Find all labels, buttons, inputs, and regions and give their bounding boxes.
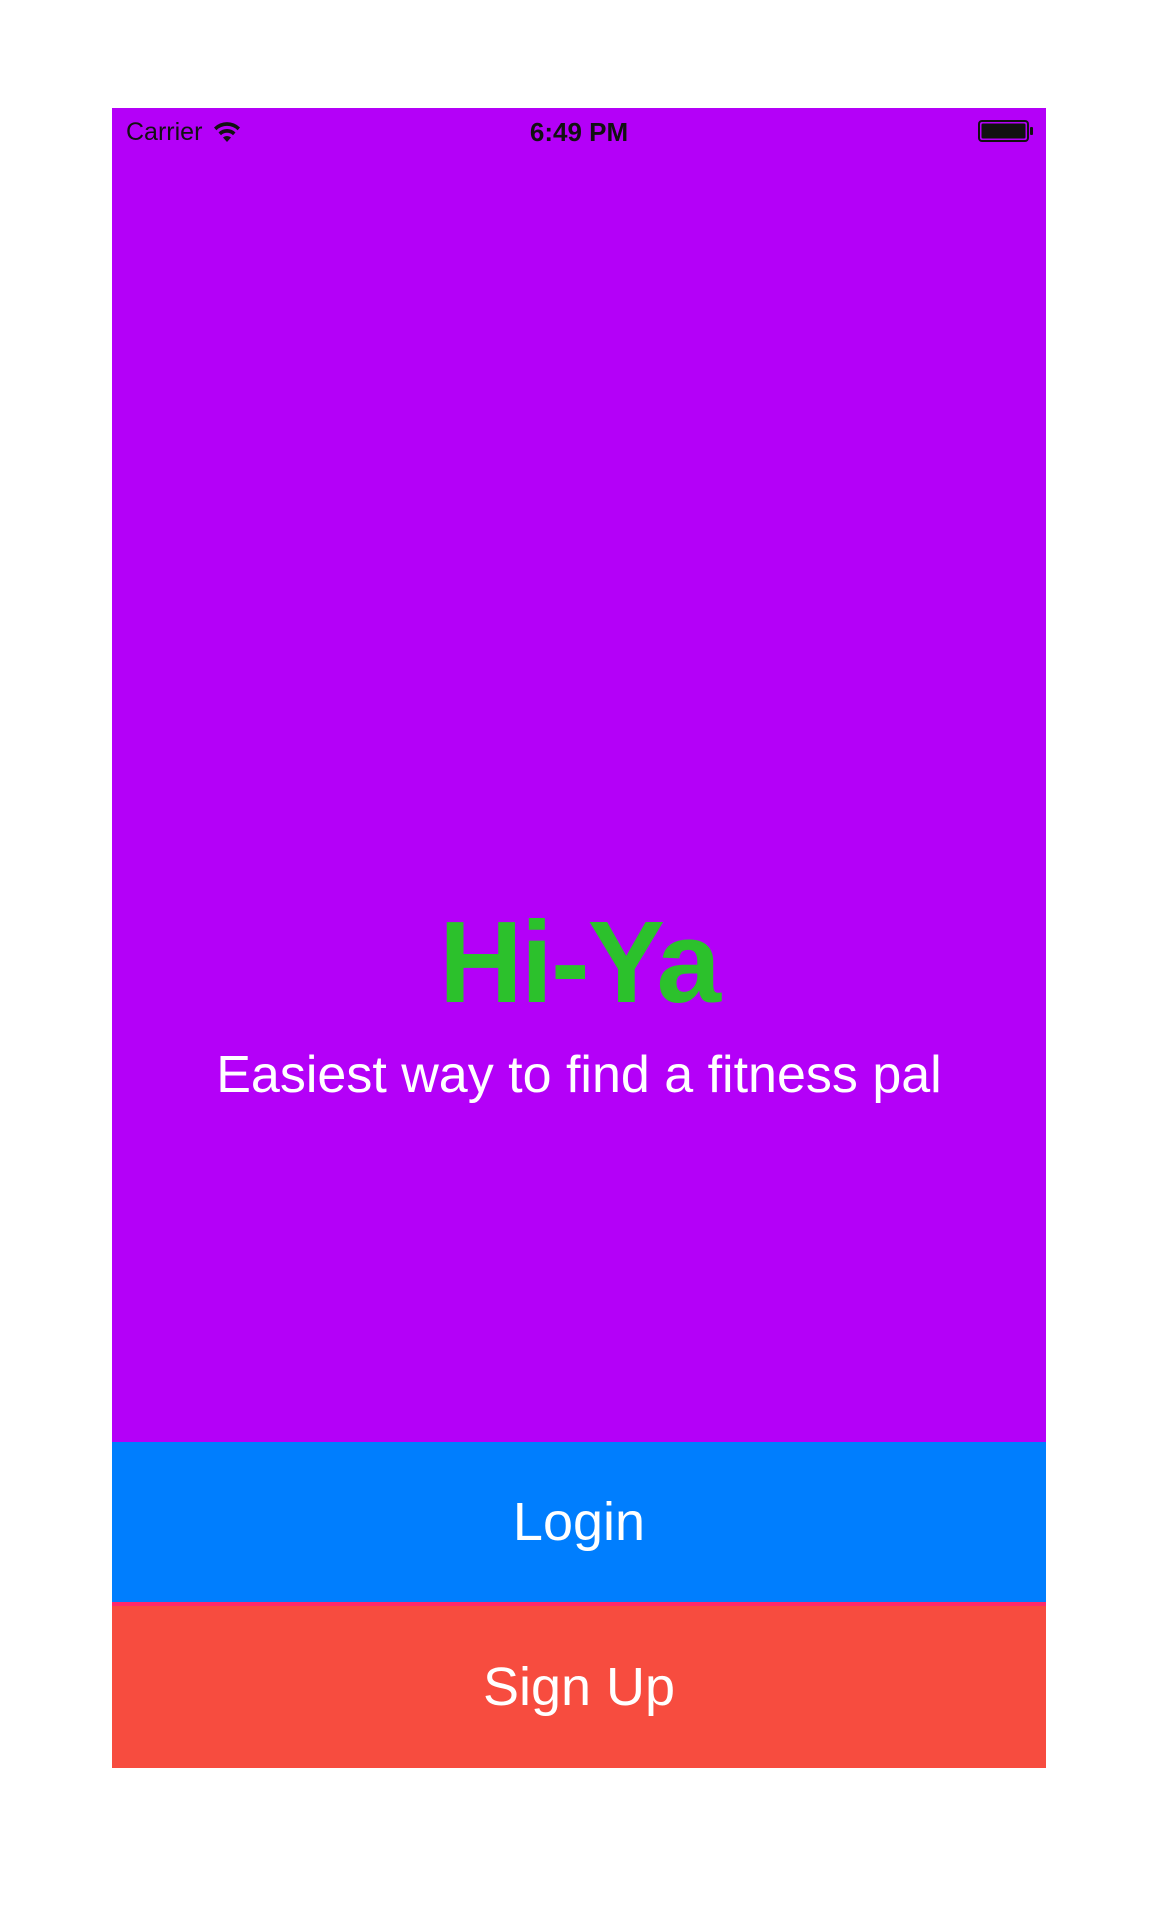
signup-button[interactable]: Sign Up xyxy=(112,1606,1046,1768)
phone-screen: Carrier 6:49 PM Hi-Ya Easiest way to fin… xyxy=(112,108,1046,1768)
login-button[interactable]: Login xyxy=(112,1442,1046,1602)
app-title: Hi-Ya xyxy=(438,897,721,1027)
hero-section: Hi-Ya Easiest way to find a fitness pal xyxy=(112,108,1046,1442)
tagline: Easiest way to find a fitness pal xyxy=(216,1046,942,1104)
